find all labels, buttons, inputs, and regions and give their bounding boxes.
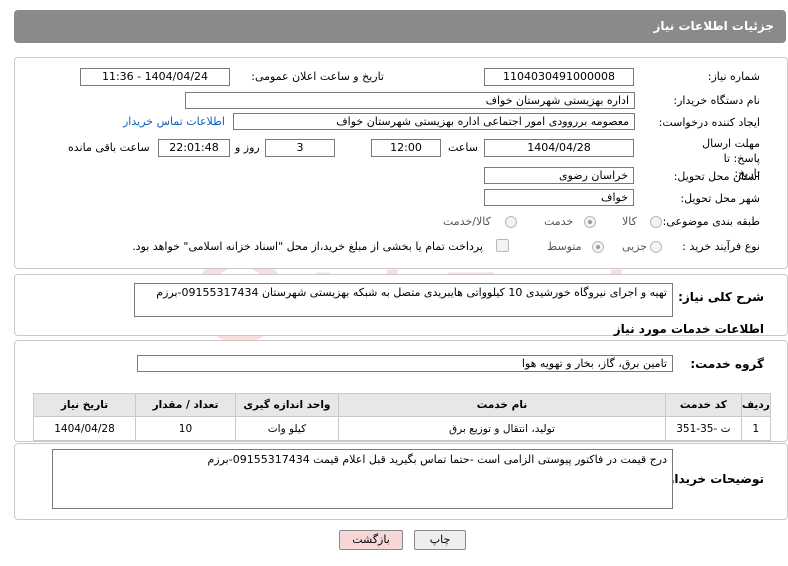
need-number-label: شماره نیاز: <box>707 70 760 83</box>
province-label: استان محل تحویل: <box>673 170 760 183</box>
services-table-header: ردیف کد خدمت نام خدمت واحد اندازه گیری ت… <box>32 393 772 417</box>
page-header: جزئیات اطلاعات نیاز <box>14 10 786 43</box>
category-option-goods-service: کالا/خدمت <box>443 215 491 228</box>
category-option-goods: کالا <box>622 215 637 228</box>
category-option-service: خدمت <box>544 215 574 228</box>
cell-index: 1 <box>740 416 772 441</box>
buyer-notes-label: توضیحات خریدار: <box>662 472 764 486</box>
col-header-date: تاریخ نیاز <box>32 393 137 417</box>
col-header-name: نام خدمت <box>337 393 667 417</box>
days-label: روز و <box>235 141 260 154</box>
services-table: ردیف کد خدمت نام خدمت واحد اندازه گیری ت… <box>32 393 772 441</box>
col-header-qty: تعداد / مقدار <box>135 393 236 417</box>
process-radio-minor[interactable] <box>650 241 662 253</box>
remaining-time-label: ساعت باقی مانده <box>68 141 150 154</box>
back-button[interactable]: بازگشت <box>339 530 403 550</box>
province-field: خراسان رضوی <box>484 167 634 184</box>
print-button[interactable]: چاپ <box>414 530 466 550</box>
service-group-label: گروه خدمت: <box>690 357 764 371</box>
announce-datetime-field: 1404/04/24 - 11:36 <box>80 68 230 86</box>
announce-datetime-label: تاریخ و ساعت اعلان عمومی: <box>251 70 384 83</box>
col-header-index: ردیف <box>740 393 772 417</box>
buyer-notes-text: درج قیمت در فاکتور پیوستی الزامی است -حت… <box>207 453 667 466</box>
buyer-notes-field: درج قیمت در فاکتور پیوستی الزامی است -حت… <box>52 449 673 509</box>
remaining-days-field: 3 <box>265 139 335 157</box>
category-label: طبقه بندی موضوعی: <box>662 215 760 228</box>
cell-date: 1404/04/28 <box>32 416 137 441</box>
page-title: جزئیات اطلاعات نیاز <box>653 19 774 33</box>
category-radio-goods-service[interactable] <box>505 216 517 228</box>
treasury-payment-checkbox[interactable] <box>496 239 509 252</box>
process-option-minor: جزیی <box>622 240 648 253</box>
buyer-org-label: نام دستگاه خریدار: <box>673 94 760 107</box>
table-row: 1 ت -35-351 تولید، انتقال و توزیع برق کی… <box>32 416 772 441</box>
description-label: شرح کلی نیاز: <box>678 290 764 304</box>
deadline-date-field: 1404/04/28 <box>484 139 634 157</box>
col-header-unit: واحد اندازه گیری <box>234 393 339 417</box>
buyer-org-field: اداره بهزیستی شهرستان خواف <box>185 92 635 109</box>
service-group-field: تامین برق، گاز، بخار و تهویه هوا <box>137 355 673 372</box>
cell-name: تولید، انتقال و توزیع برق <box>337 416 667 441</box>
category-radio-goods[interactable] <box>650 216 662 228</box>
description-text: تهیه و اجرای نیروگاه خورشیدی 10 کیلوواتی… <box>156 286 667 299</box>
process-radio-medium[interactable] <box>592 241 604 253</box>
city-field: خواف <box>484 189 634 206</box>
treasury-payment-note: پرداخت تمام یا بخشی از مبلغ خرید،از محل … <box>132 240 483 253</box>
deadline-time-field: 12:00 <box>371 139 441 157</box>
description-field: تهیه و اجرای نیروگاه خورشیدی 10 کیلوواتی… <box>134 283 673 317</box>
remaining-time-field: 22:01:48 <box>158 139 230 157</box>
creator-label: ایجاد کننده درخواست: <box>658 116 760 129</box>
services-section-title: اطلاعات خدمات مورد نیاز <box>613 322 764 336</box>
city-label: شهر محل تحویل: <box>680 192 760 205</box>
need-number-field: 1104030491000008 <box>484 68 634 86</box>
cell-unit: کیلو وات <box>234 416 339 441</box>
process-option-medium: متوسط <box>547 240 582 253</box>
cell-qty: 10 <box>135 416 236 441</box>
need-info-panel <box>14 57 788 269</box>
deadline-time-label: ساعت <box>448 141 478 154</box>
category-radio-service[interactable] <box>584 216 596 228</box>
creator-field: معصومه برروودی امور اجتماعی اداره بهزیست… <box>233 113 635 130</box>
buyer-contact-link[interactable]: اطلاعات تماس خریدار <box>123 115 225 128</box>
process-type-label: نوع فرآیند خرید : <box>682 240 760 253</box>
col-header-code: کد خدمت <box>665 393 742 417</box>
cell-code: ت -35-351 <box>665 416 742 441</box>
